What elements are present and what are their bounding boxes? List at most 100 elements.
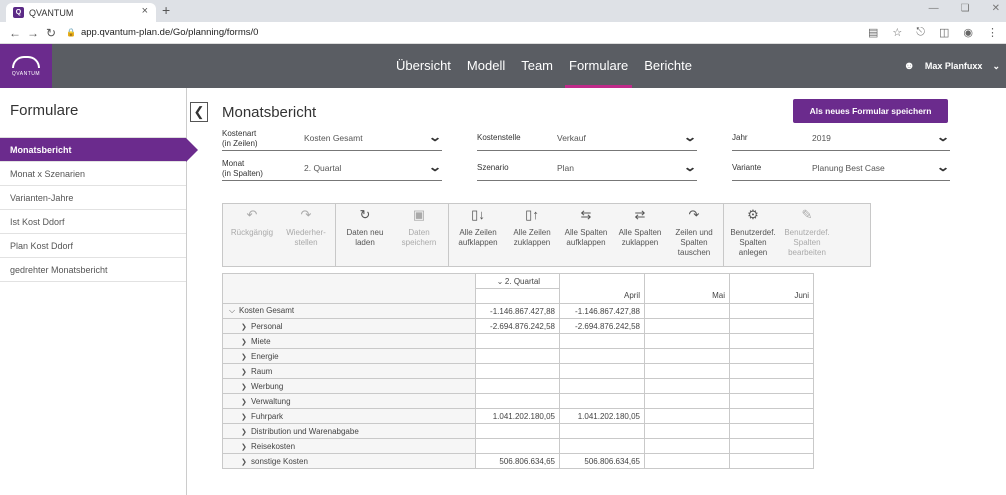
sidebar-item-ist-kost-ddorf[interactable]: Ist Kost Ddorf: [0, 210, 186, 234]
value-cell-juni[interactable]: [729, 408, 814, 424]
value-cell-mai[interactable]: [644, 348, 730, 364]
chevron-right-icon[interactable]: ❯: [241, 398, 251, 406]
chevron-right-icon[interactable]: ❯: [241, 413, 251, 421]
value-cell-april[interactable]: 1.041.202.180,05: [559, 408, 645, 424]
value-cell-april[interactable]: -1.146.867.427,88: [559, 303, 645, 319]
row-label-cell[interactable]: ❯ Verwaltung: [222, 393, 476, 409]
value-cell-mai[interactable]: [644, 303, 730, 319]
row-label-cell[interactable]: ❯ sonstige Kosten: [222, 453, 476, 469]
value-cell-q2[interactable]: [475, 348, 560, 364]
row-label-cell[interactable]: ❯ Werbung: [222, 378, 476, 394]
row-label-cell[interactable]: ❯ Energie: [222, 348, 476, 364]
value-cell-april[interactable]: [559, 393, 645, 409]
value-cell-q2[interactable]: [475, 363, 560, 379]
value-cell-april[interactable]: [559, 423, 645, 439]
restore-icon[interactable]: ❏: [961, 3, 970, 14]
value-cell-mai[interactable]: [644, 333, 730, 349]
group-header-q2[interactable]: ⌄ 2. Quartal: [475, 273, 560, 289]
value-cell-juni[interactable]: [729, 348, 814, 364]
value-cell-juni[interactable]: [729, 378, 814, 394]
value-cell-mai[interactable]: [644, 438, 730, 454]
collapse-all-columns-button[interactable]: ⇄ Alle Spalten zuklappen: [613, 204, 667, 266]
row-label-cell[interactable]: ❯ Raum: [222, 363, 476, 379]
chevron-right-icon[interactable]: ❯: [241, 383, 251, 391]
value-cell-q2[interactable]: 1.041.202.180,05: [475, 408, 560, 424]
value-cell-mai[interactable]: [644, 393, 730, 409]
value-cell-mai[interactable]: [644, 453, 730, 469]
row-label-cell[interactable]: ❯ Reisekosten: [222, 438, 476, 454]
row-label-cell[interactable]: ⌵ Kosten Gesamt: [222, 303, 476, 319]
value-cell-q2[interactable]: [475, 378, 560, 394]
value-cell-juni[interactable]: [729, 453, 814, 469]
value-cell-q2[interactable]: -1.146.867.427,88: [475, 303, 560, 319]
nav-formulare[interactable]: Formulare: [561, 44, 636, 88]
szenario-filter[interactable]: Szenario Plan ⌄: [477, 159, 697, 181]
row-label-cell[interactable]: ❯ Miete: [222, 333, 476, 349]
chevron-right-icon[interactable]: ❯: [241, 428, 251, 436]
sidebar-item-monatsbericht[interactable]: Monatsbericht: [0, 138, 198, 162]
sidebar-item-varianten-jahre[interactable]: Varianten-Jahre: [0, 186, 186, 210]
close-window-icon[interactable]: ✕: [992, 3, 1000, 14]
qvantum-logo[interactable]: QVANTUM: [0, 44, 52, 88]
extension-icon[interactable]: ⎋: [916, 26, 925, 39]
value-cell-april[interactable]: [559, 378, 645, 394]
expand-all-rows-button[interactable]: ▯↓ Alle Zeilen aufklappen: [451, 204, 505, 266]
chevron-down-icon[interactable]: ⌵: [229, 306, 239, 316]
value-cell-juni[interactable]: [729, 393, 814, 409]
chevron-right-icon[interactable]: ❯: [241, 338, 251, 346]
value-cell-april[interactable]: [559, 333, 645, 349]
value-cell-mai[interactable]: [644, 363, 730, 379]
value-cell-april[interactable]: [559, 363, 645, 379]
value-cell-q2[interactable]: -2.694.876.242,58: [475, 318, 560, 334]
minimize-icon[interactable]: —: [929, 3, 939, 14]
url-field[interactable]: 🔒 app.qvantum-plan.de/Go/planning/forms/…: [66, 27, 258, 38]
value-cell-juni[interactable]: [729, 318, 814, 334]
chevron-right-icon[interactable]: ❯: [241, 443, 251, 451]
forward-icon[interactable]: →: [24, 26, 42, 40]
profile-icon[interactable]: ◉: [963, 26, 973, 39]
back-icon[interactable]: ←: [6, 26, 24, 40]
reload-icon[interactable]: ↻: [42, 26, 60, 40]
user-menu[interactable]: ☻ Max Planfuxx ⌄: [903, 44, 1000, 88]
collapse-sidebar-button[interactable]: ❮: [190, 102, 208, 122]
nav-team[interactable]: Team: [513, 44, 561, 88]
value-cell-juni[interactable]: [729, 423, 814, 439]
value-cell-juni[interactable]: [729, 333, 814, 349]
value-cell-q2[interactable]: 506.806.634,65: [475, 453, 560, 469]
swap-rows-columns-button[interactable]: ↷ Zeilen und Spalten tauschen: [667, 204, 721, 266]
chevron-right-icon[interactable]: ❯: [241, 458, 251, 466]
browser-tab[interactable]: Q QVANTUM ×: [6, 3, 156, 22]
create-custom-columns-button[interactable]: ⚙ Benutzerdef. Spalten anlegen: [726, 204, 780, 266]
value-cell-mai[interactable]: [644, 318, 730, 334]
kostenstelle-filter[interactable]: Kostenstelle Verkauf ⌄: [477, 129, 697, 151]
redo-button[interactable]: ↷ Wiederher- stellen: [279, 204, 333, 266]
value-cell-juni[interactable]: [729, 303, 814, 319]
save-data-button[interactable]: ▣ Daten speichern: [392, 204, 446, 266]
value-cell-q2[interactable]: [475, 393, 560, 409]
undo-button[interactable]: ↶ Rückgängig: [225, 204, 279, 266]
nav-berichte[interactable]: Berichte: [636, 44, 700, 88]
chevron-right-icon[interactable]: ❯: [241, 368, 251, 376]
collapse-all-rows-button[interactable]: ▯↑ Alle Zeilen zuklappen: [505, 204, 559, 266]
row-label-cell[interactable]: ❯ Personal: [222, 318, 476, 334]
row-label-cell[interactable]: ❯ Distribution und Warenabgabe: [222, 423, 476, 439]
value-cell-juni[interactable]: [729, 438, 814, 454]
extension-2-icon[interactable]: ◫: [939, 26, 949, 39]
monat-filter[interactable]: Monat (in Spalten) 2. Quartal ⌄: [222, 159, 442, 181]
menu-dots-icon[interactable]: ⋮: [987, 26, 998, 39]
value-cell-juni[interactable]: [729, 363, 814, 379]
jahr-filter[interactable]: Jahr 2019 ⌄: [732, 129, 950, 151]
variante-filter[interactable]: Variante Planung Best Case ⌄: [732, 159, 950, 181]
expand-all-columns-button[interactable]: ⇆ Alle Spalten aufklappen: [559, 204, 613, 266]
value-cell-mai[interactable]: [644, 423, 730, 439]
bookmark-star-icon[interactable]: ☆: [892, 26, 902, 39]
chevron-right-icon[interactable]: ❯: [241, 323, 251, 331]
value-cell-mai[interactable]: [644, 408, 730, 424]
value-cell-q2[interactable]: [475, 438, 560, 454]
edit-custom-columns-button[interactable]: ✎ Benutzerdef. Spalten bearbeiten: [780, 204, 834, 266]
value-cell-q2[interactable]: [475, 333, 560, 349]
kostenart-filter[interactable]: Kostenart (in Zeilen) Kosten Gesamt ⌄: [222, 129, 442, 151]
sidebar-item-plan-kost-ddorf[interactable]: Plan Kost Ddorf: [0, 234, 186, 258]
close-tab-icon[interactable]: ×: [142, 5, 148, 17]
sidebar-item-monat-x-szenarien[interactable]: Monat x Szenarien: [0, 162, 186, 186]
